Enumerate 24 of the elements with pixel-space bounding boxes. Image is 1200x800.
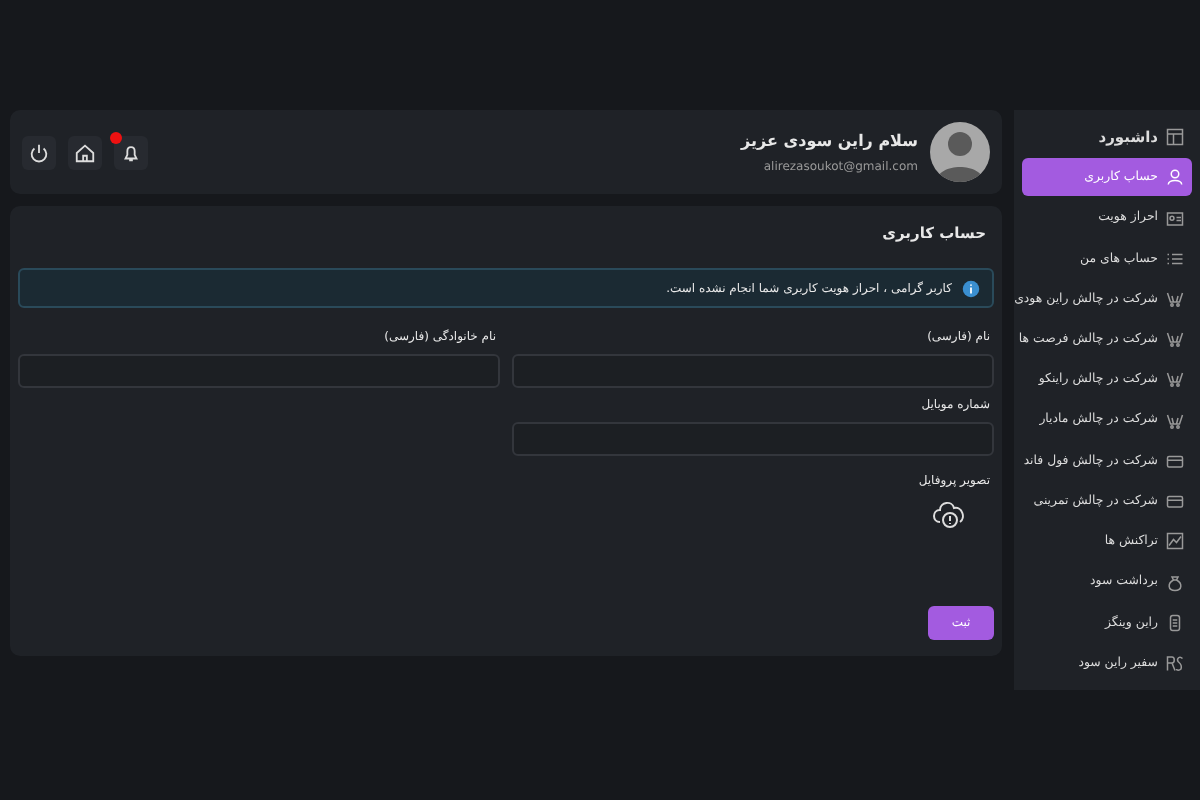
cart-icon bbox=[1166, 330, 1184, 349]
bell-icon bbox=[120, 141, 142, 163]
card-icon bbox=[1166, 492, 1184, 511]
card-icon bbox=[1166, 451, 1184, 470]
bell-button[interactable] bbox=[114, 135, 148, 169]
user-icon bbox=[1166, 168, 1184, 187]
chart-icon bbox=[1166, 532, 1184, 551]
id-card-icon bbox=[1166, 209, 1184, 228]
list-icon bbox=[1166, 249, 1184, 268]
home-icon bbox=[74, 141, 96, 163]
power-icon bbox=[28, 141, 50, 163]
power-button[interactable] bbox=[22, 135, 56, 169]
cart-icon bbox=[1166, 370, 1184, 389]
input-field[interactable] bbox=[18, 354, 500, 389]
bag-icon bbox=[1166, 573, 1184, 592]
cart-icon bbox=[1166, 411, 1184, 430]
input-field[interactable] bbox=[512, 422, 994, 457]
cloud-upload-icon[interactable] bbox=[930, 498, 970, 531]
cart-icon bbox=[1166, 289, 1184, 308]
grid-icon bbox=[1166, 128, 1184, 147]
info-icon bbox=[962, 279, 980, 298]
greeting-text: سلام راین سودی عزیز bbox=[741, 129, 918, 153]
input-field[interactable] bbox=[512, 354, 994, 389]
home-button[interactable] bbox=[68, 135, 102, 169]
